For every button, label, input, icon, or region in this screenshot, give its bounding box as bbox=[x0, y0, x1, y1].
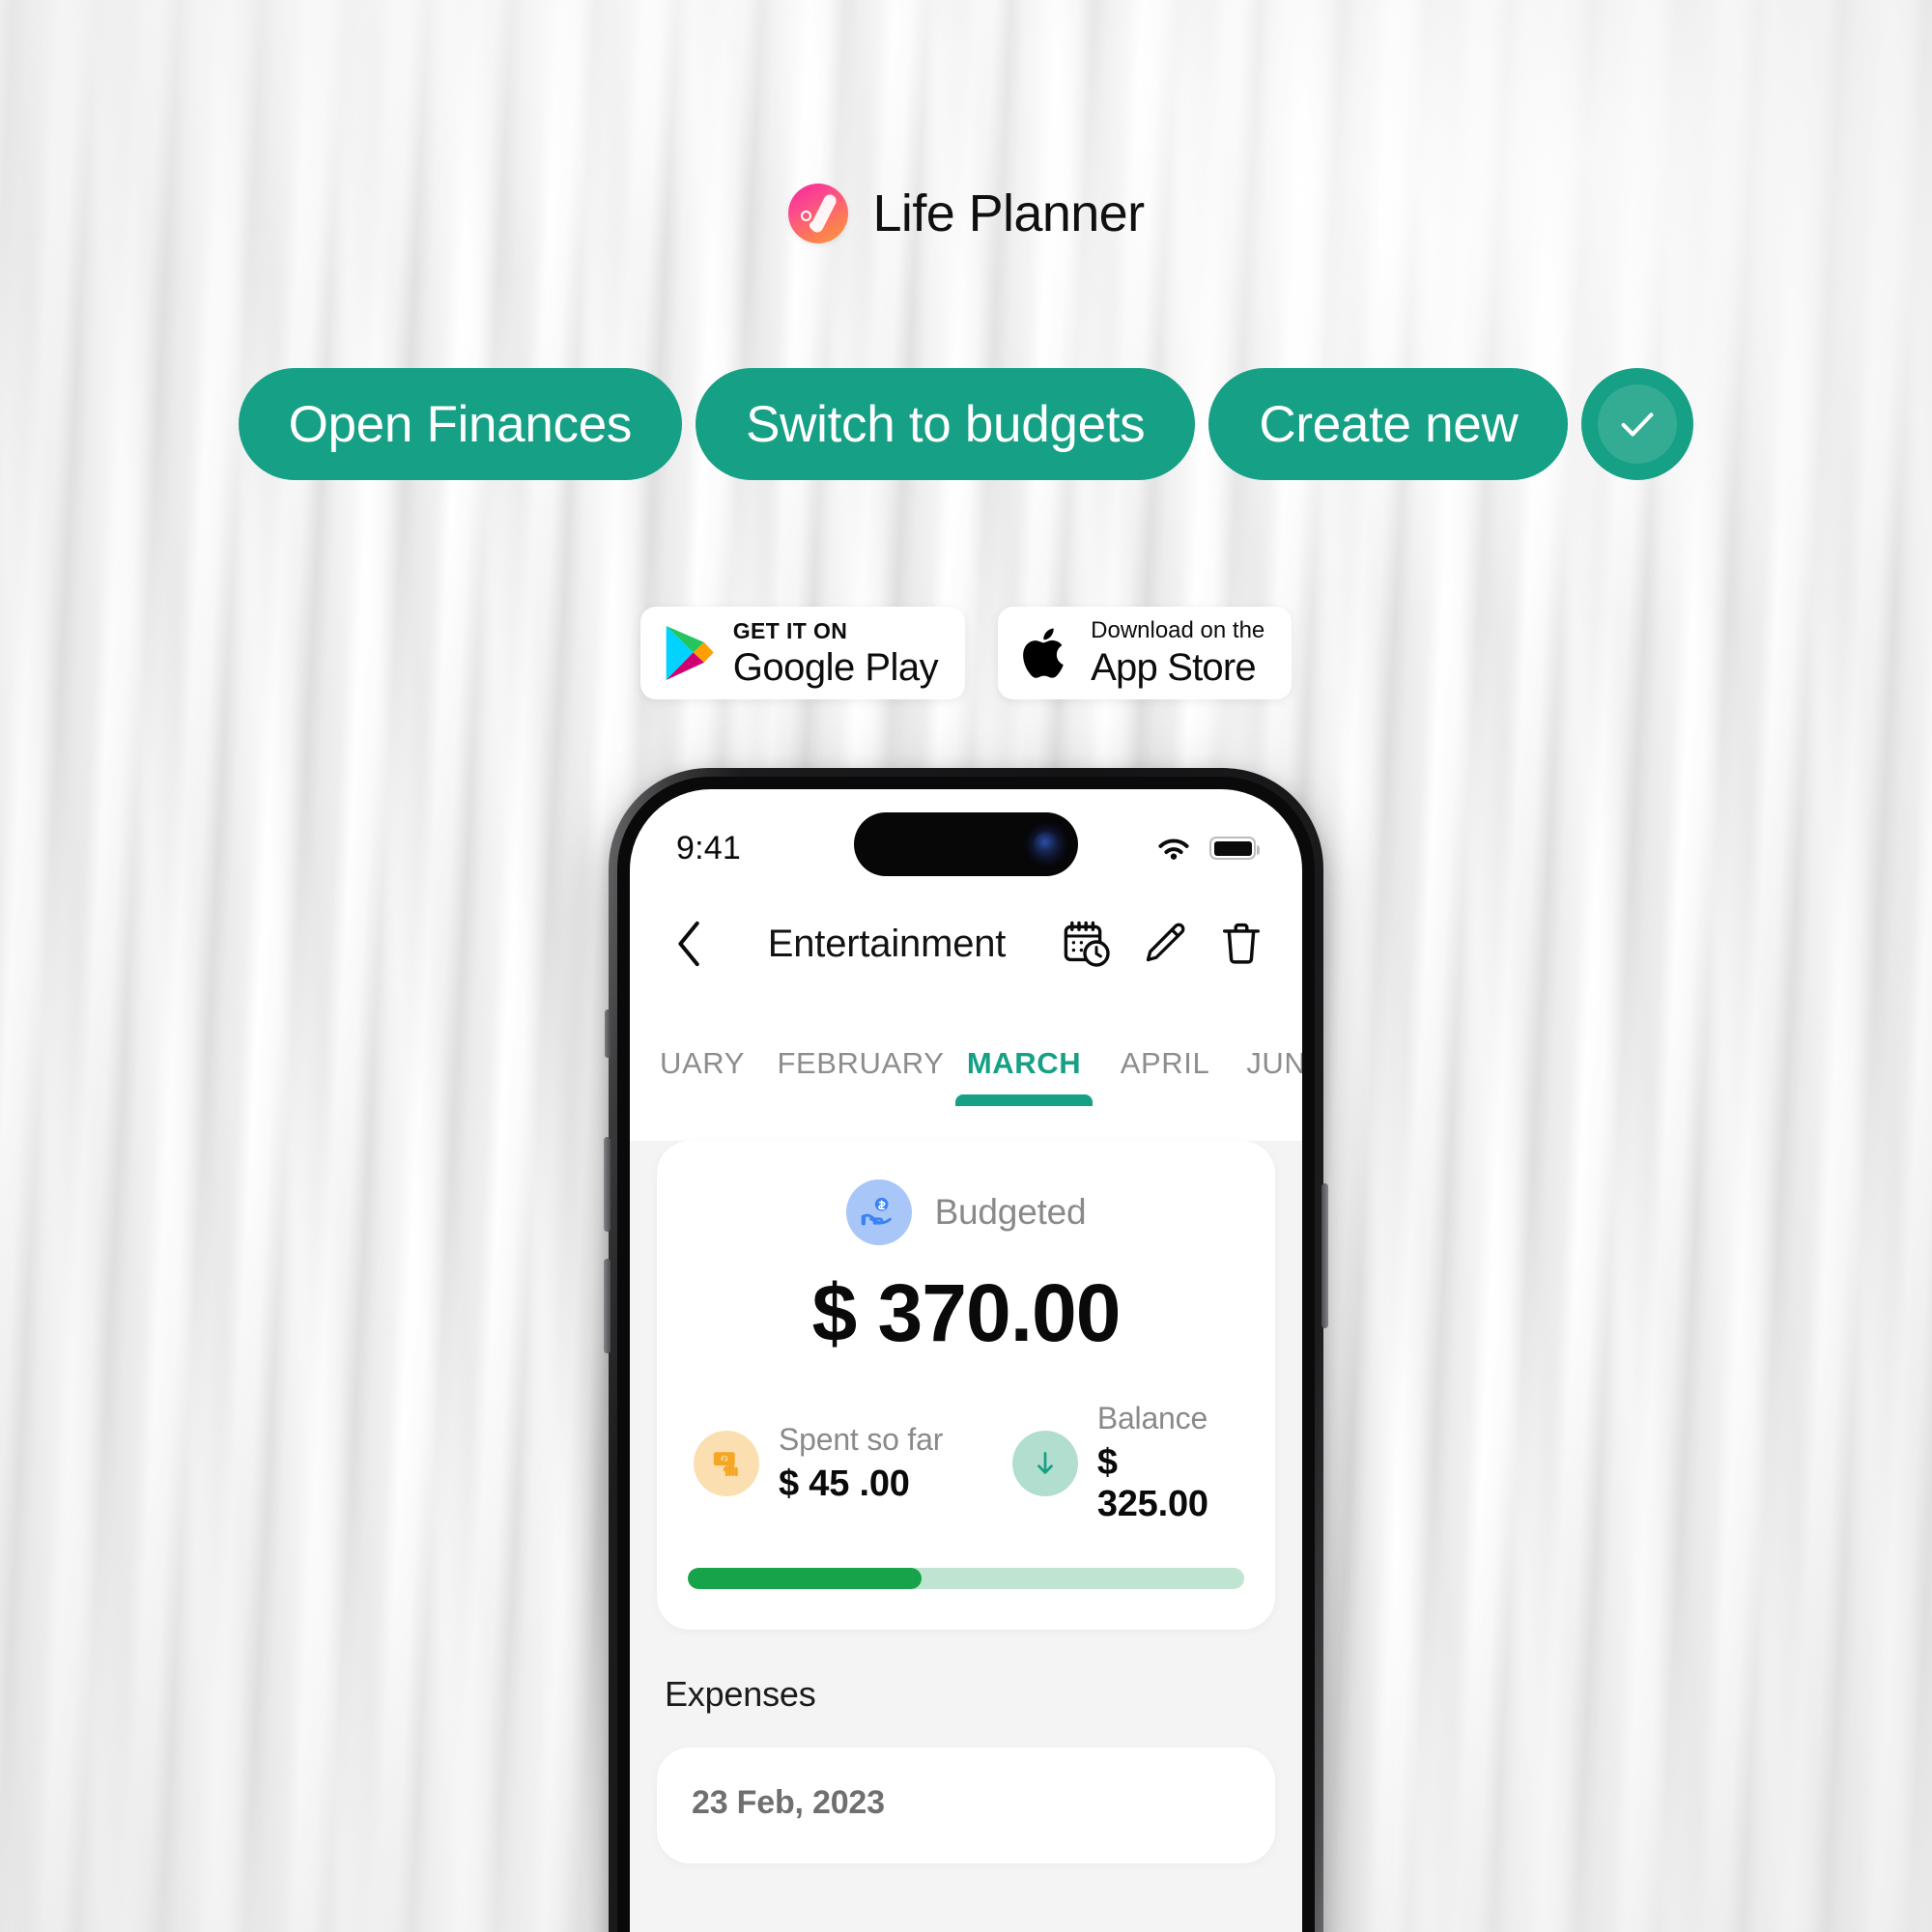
google-play-bottom-label: Google Play bbox=[732, 645, 939, 689]
phone-volume-down-button[interactable] bbox=[604, 1259, 611, 1353]
app-store-badge[interactable]: Download on the App Store bbox=[998, 607, 1293, 699]
month-tabs: UARY FEBRUARY MARCH APRIL JUNE bbox=[630, 998, 1302, 1106]
trash-icon bbox=[1222, 923, 1261, 964]
back-button[interactable] bbox=[659, 913, 721, 975]
cash-hand-icon bbox=[694, 1430, 759, 1496]
front-camera-icon bbox=[1034, 832, 1059, 857]
expense-date: 23 Feb, 2023 bbox=[692, 1784, 885, 1821]
tab-february[interactable]: FEBRUARY bbox=[775, 1046, 947, 1106]
tab-march-label: MARCH bbox=[966, 1046, 1082, 1080]
wifi-icon bbox=[1158, 838, 1189, 860]
app-store-bottom-label: App Store bbox=[1091, 646, 1257, 689]
expense-card[interactable]: 23 Feb, 2023 bbox=[657, 1747, 1275, 1863]
google-play-text: GET IT ON Google Play bbox=[732, 617, 939, 689]
screen-content: Budgeted $ 370.00 Spent so far $ 45 .00 … bbox=[630, 1141, 1302, 1932]
phone-volume-up-button[interactable] bbox=[604, 1137, 611, 1232]
delete-button[interactable] bbox=[1213, 916, 1269, 972]
balance-cell: Balance $ 325.00 bbox=[1011, 1401, 1238, 1525]
phone-screen: 9:41 Entertainment UARY FEBRUARY MARCH A… bbox=[630, 789, 1302, 1932]
logo-clock-dot-small bbox=[809, 221, 818, 230]
app-store-text: Download on the App Store bbox=[1091, 617, 1265, 689]
arrow-down-icon bbox=[1011, 1430, 1078, 1496]
budgeted-label: Budgeted bbox=[934, 1192, 1087, 1232]
brand-header: Life Planner bbox=[0, 184, 1932, 243]
phone-mute-switch[interactable] bbox=[605, 1009, 611, 1058]
google-play-badge[interactable]: GET IT ON Google Play bbox=[639, 607, 966, 699]
arrow-down-glyph bbox=[1037, 1451, 1053, 1474]
chevron-left-icon bbox=[678, 921, 699, 967]
budget-summary-card: Budgeted $ 370.00 Spent so far $ 45 .00 … bbox=[657, 1141, 1275, 1630]
brand-title: Life Planner bbox=[872, 185, 1146, 242]
pencil-icon bbox=[1146, 923, 1185, 962]
page-title: Entertainment bbox=[767, 922, 1007, 965]
money-in-hand-glyph bbox=[861, 1197, 892, 1226]
confirm-button[interactable] bbox=[1581, 368, 1694, 480]
phone-power-button[interactable] bbox=[1321, 1183, 1328, 1328]
cash-hand-glyph bbox=[713, 1451, 738, 1476]
spent-so-far-label: Spent so far bbox=[779, 1421, 944, 1457]
phone-bezel: 9:41 Entertainment UARY FEBRUARY MARCH A… bbox=[617, 777, 1315, 1932]
tab-january[interactable]: UARY bbox=[630, 1046, 775, 1106]
confirm-inner-circle bbox=[1598, 384, 1678, 464]
action-button-row: Open Finances Switch to budgets Create n… bbox=[0, 368, 1932, 480]
calendar-clock-icon bbox=[1064, 921, 1110, 967]
phone-mockup: 9:41 Entertainment UARY FEBRUARY MARCH A… bbox=[604, 768, 1328, 1932]
life-planner-logo-icon bbox=[787, 184, 848, 243]
dynamic-island bbox=[854, 812, 1078, 876]
status-bar-indicators bbox=[1153, 834, 1260, 864]
balance-value: $ 325.00 bbox=[1096, 1442, 1208, 1524]
spent-so-far-cell: Spent so far $ 45 .00 bbox=[694, 1422, 1012, 1505]
status-bar: 9:41 bbox=[630, 789, 1302, 890]
schedule-button[interactable] bbox=[1059, 916, 1115, 972]
open-finances-button[interactable]: Open Finances bbox=[238, 368, 683, 480]
tab-june[interactable]: JUNE bbox=[1229, 1046, 1302, 1106]
balance-text: Balance $ 325.00 bbox=[1097, 1401, 1238, 1525]
budgeted-amount: $ 370.00 bbox=[811, 1267, 1122, 1358]
create-new-button[interactable]: Create new bbox=[1208, 368, 1569, 480]
budget-progress-bar bbox=[688, 1568, 1244, 1589]
google-play-icon bbox=[666, 626, 714, 680]
logo-clock-dot-large bbox=[800, 211, 811, 221]
header-actions bbox=[1059, 916, 1269, 972]
tab-march[interactable]: MARCH bbox=[947, 1046, 1101, 1106]
check-icon bbox=[1622, 412, 1654, 437]
spent-so-far-text: Spent so far $ 45 .00 bbox=[779, 1422, 943, 1505]
tab-active-indicator bbox=[955, 1094, 1093, 1106]
budget-stats-row: Spent so far $ 45 .00 Balance $ 325.00 bbox=[688, 1401, 1244, 1525]
edit-button[interactable] bbox=[1136, 916, 1192, 972]
switch-to-budgets-button[interactable]: Switch to budgets bbox=[696, 368, 1196, 480]
spent-so-far-value: $ 45 .00 bbox=[779, 1463, 910, 1504]
budget-progress-fill bbox=[688, 1568, 922, 1589]
battery-icon bbox=[1209, 837, 1260, 860]
tab-april[interactable]: APRIL bbox=[1101, 1046, 1229, 1106]
expenses-heading: Expenses bbox=[665, 1674, 816, 1714]
google-play-top-label: GET IT ON bbox=[732, 617, 848, 643]
balance-label: Balance bbox=[1096, 1401, 1208, 1435]
store-badge-row: GET IT ON Google Play Download on the Ap… bbox=[0, 607, 1932, 699]
money-in-hand-icon bbox=[845, 1179, 912, 1245]
app-store-top-label: Download on the bbox=[1091, 617, 1265, 643]
apple-logo-icon bbox=[1023, 628, 1064, 678]
app-header: Entertainment bbox=[630, 890, 1302, 998]
status-bar-time: 9:41 bbox=[676, 829, 741, 867]
budgeted-row: Budgeted bbox=[688, 1179, 1244, 1245]
